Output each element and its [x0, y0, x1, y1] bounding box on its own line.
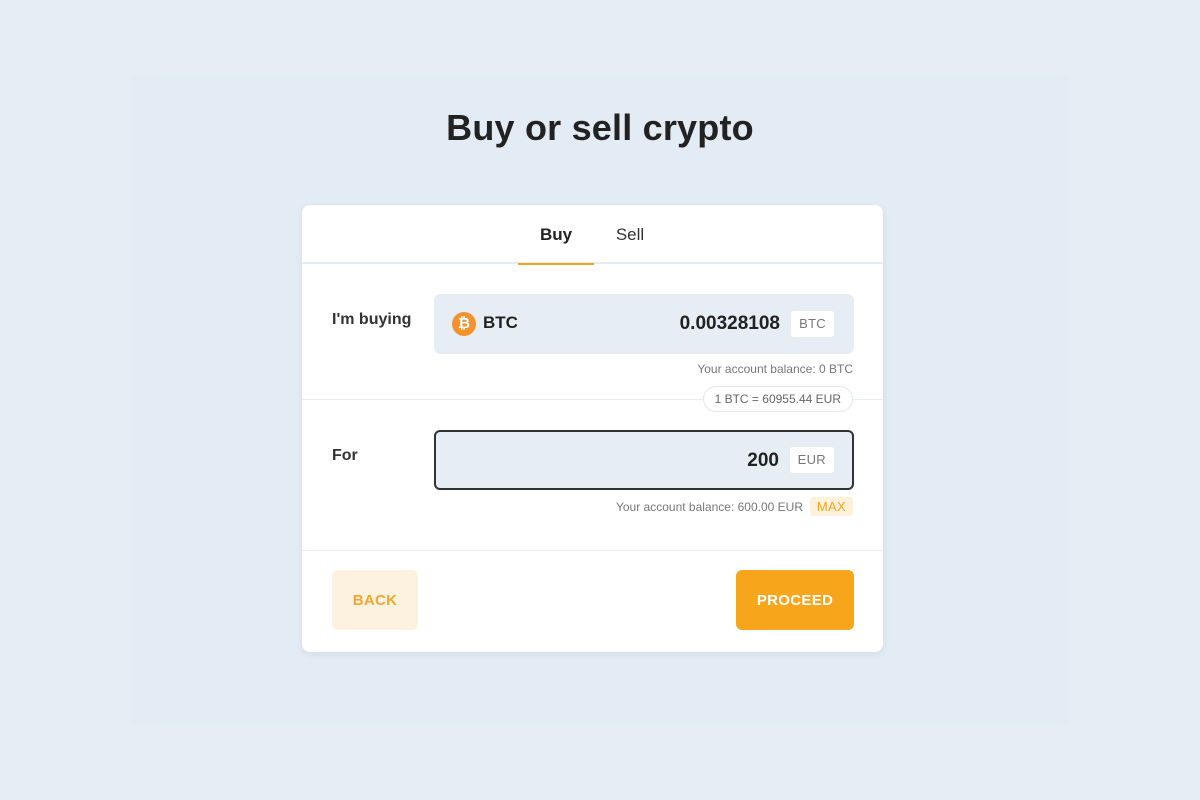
footer-divider — [302, 550, 883, 551]
back-button[interactable]: BACK — [332, 570, 418, 630]
fiat-balance-text: Your account balance: 600.00 EUR — [615, 500, 803, 514]
bitcoin-icon: ₿ — [452, 312, 476, 336]
tab-sell[interactable]: Sell — [600, 205, 660, 264]
crypto-balance-text: Your account balance: 0 BTC — [697, 362, 853, 376]
crypto-unit-badge: BTC — [791, 311, 834, 337]
trade-card: Buy Sell I'm buying ₿ BTC BTC Your accou… — [302, 205, 883, 652]
fiat-unit-badge: EUR — [789, 447, 834, 473]
buying-label: I'm buying — [332, 311, 412, 328]
crypto-amount-input[interactable] — [520, 294, 780, 354]
max-button[interactable]: MAX — [809, 497, 853, 516]
active-tab-indicator — [518, 263, 594, 265]
exchange-rate-badge: 1 BTC = 60955.44 EUR — [702, 386, 853, 412]
tab-buy[interactable]: Buy — [518, 205, 594, 264]
proceed-button[interactable]: PROCEED — [736, 570, 854, 630]
page-title: Buy or sell crypto — [446, 107, 754, 148]
fiat-amount-field[interactable]: EUR — [434, 430, 854, 490]
tab-bar: Buy Sell — [302, 205, 883, 265]
fiat-amount-input[interactable] — [479, 432, 779, 490]
coin-selector[interactable]: BTC — [483, 313, 518, 333]
crypto-amount-field[interactable]: ₿ BTC BTC — [434, 294, 854, 354]
for-label: For — [332, 447, 358, 464]
